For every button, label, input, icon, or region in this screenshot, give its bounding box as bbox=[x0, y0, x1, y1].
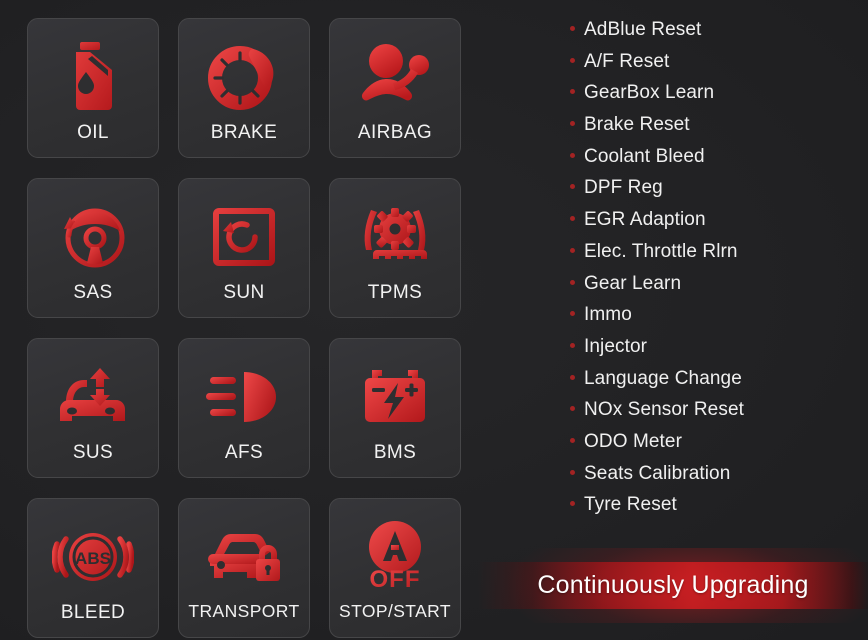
bullet-icon bbox=[570, 121, 575, 127]
oil-can-icon bbox=[28, 35, 158, 119]
list-item: Brake Reset bbox=[570, 115, 860, 147]
svg-text:ABS: ABS bbox=[75, 549, 111, 568]
adaptive-headlight-icon bbox=[179, 355, 309, 439]
list-item: EGR Adaption bbox=[570, 210, 860, 242]
battery-bolt-icon bbox=[330, 355, 460, 439]
bullet-icon bbox=[570, 311, 575, 317]
list-item: ODO Meter bbox=[570, 432, 860, 464]
service-tile-sun[interactable]: SUN bbox=[178, 178, 310, 318]
bullet-icon bbox=[570, 57, 575, 63]
airbag-occupant-icon bbox=[330, 35, 460, 119]
service-tile-bleed[interactable]: ABS BLEED bbox=[27, 498, 159, 638]
service-tile-label: BLEED bbox=[60, 602, 126, 623]
service-function-grid: OIL BRAKE AIRBAG SAS SUN TPMS SUS AFS BM… bbox=[27, 18, 461, 638]
service-tile-brake[interactable]: BRAKE bbox=[178, 18, 310, 158]
bullet-icon bbox=[570, 469, 575, 475]
service-tile-label: AIRBAG bbox=[357, 122, 433, 143]
service-tile-label: TPMS bbox=[367, 282, 423, 303]
service-tile-label: SUS bbox=[72, 442, 114, 463]
list-item: Seats Calibration bbox=[570, 464, 860, 496]
list-item: NOx Sensor Reset bbox=[570, 400, 860, 432]
service-tile-label: STOP/START bbox=[339, 601, 451, 621]
list-item: A/F Reset bbox=[570, 52, 860, 84]
bullet-icon bbox=[570, 247, 575, 253]
service-tile-oil[interactable]: OIL bbox=[27, 18, 159, 158]
service-tile-tpms[interactable]: TPMS bbox=[329, 178, 461, 318]
list-item-label: Coolant Bleed bbox=[584, 145, 705, 167]
list-item: AdBlue Reset bbox=[570, 20, 860, 52]
service-tile-sas[interactable]: SAS bbox=[27, 178, 159, 318]
list-item: Elec. Throttle Rlrn bbox=[570, 242, 860, 274]
auto-stop-start-off-icon: OFF bbox=[330, 515, 460, 599]
bullet-icon bbox=[570, 342, 575, 348]
service-tile-label: BRAKE bbox=[210, 122, 278, 143]
bullet-icon bbox=[570, 437, 575, 443]
service-tile-label: AFS bbox=[224, 442, 264, 463]
list-item-label: Injector bbox=[584, 335, 648, 357]
service-tile-transport[interactable]: TRANSPORT bbox=[178, 498, 310, 638]
service-tile-label: TRANSPORT bbox=[188, 601, 300, 621]
sunroof-reset-icon bbox=[179, 195, 309, 279]
list-item-label: Brake Reset bbox=[584, 114, 690, 136]
list-item: Immo bbox=[570, 305, 860, 337]
list-item: DPF Reg bbox=[570, 178, 860, 210]
service-tile-label: SUN bbox=[223, 282, 265, 303]
list-item-label: Language Change bbox=[584, 367, 742, 389]
list-item-label: Seats Calibration bbox=[584, 462, 731, 484]
banner-label: Continuously Upgrading bbox=[537, 571, 809, 599]
continuously-upgrading-banner: Continuously Upgrading bbox=[472, 548, 868, 623]
list-item: Language Change bbox=[570, 369, 860, 401]
abs-bleed-icon: ABS bbox=[28, 515, 158, 599]
list-item-label: Elec. Throttle Rlrn bbox=[584, 240, 738, 262]
service-tile-label: OIL bbox=[77, 122, 109, 143]
service-tile-label: BMS bbox=[373, 442, 417, 463]
bullet-icon bbox=[570, 406, 575, 412]
list-item-label: A/F Reset bbox=[584, 50, 670, 72]
bullet-icon bbox=[570, 184, 575, 190]
list-item: Gear Learn bbox=[570, 274, 860, 306]
service-tile-sus[interactable]: SUS bbox=[27, 338, 159, 478]
service-tile-bms[interactable]: BMS bbox=[329, 338, 461, 478]
list-item-label: Tyre Reset bbox=[584, 494, 677, 516]
suspension-car-arrow-icon bbox=[28, 355, 158, 439]
list-item-label: NOx Sensor Reset bbox=[584, 399, 744, 421]
list-item-label: EGR Adaption bbox=[584, 209, 706, 231]
list-item: Tyre Reset bbox=[570, 495, 860, 527]
bullet-icon bbox=[570, 374, 575, 380]
service-tile-stop-start[interactable]: OFF STOP/START bbox=[329, 498, 461, 638]
list-item: Coolant Bleed bbox=[570, 147, 860, 179]
list-item-label: DPF Reg bbox=[584, 177, 663, 199]
bullet-icon bbox=[570, 216, 575, 222]
list-item-label: ODO Meter bbox=[584, 430, 683, 452]
service-tile-airbag[interactable]: AIRBAG bbox=[329, 18, 461, 158]
bullet-icon bbox=[570, 26, 575, 31]
list-item-label: GearBox Learn bbox=[584, 82, 715, 104]
supported-functions-list: AdBlue Reset A/F Reset GearBox Learn Bra… bbox=[570, 20, 860, 527]
bullet-icon bbox=[570, 152, 575, 158]
list-item: Injector bbox=[570, 337, 860, 369]
list-item-label: AdBlue Reset bbox=[584, 19, 702, 40]
bullet-icon bbox=[570, 501, 575, 507]
bullet-icon bbox=[570, 279, 575, 285]
list-item-label: Gear Learn bbox=[584, 272, 682, 294]
list-item: GearBox Learn bbox=[570, 83, 860, 115]
tire-pressure-gear-icon bbox=[330, 195, 460, 279]
svg-text:OFF: OFF bbox=[370, 566, 421, 593]
bullet-icon bbox=[570, 89, 575, 95]
service-tile-afs[interactable]: AFS bbox=[178, 338, 310, 478]
service-tile-label: SAS bbox=[73, 282, 113, 303]
brake-disc-icon bbox=[179, 35, 309, 119]
list-item-label: Immo bbox=[584, 304, 632, 326]
steering-angle-sensor-icon bbox=[28, 195, 158, 279]
car-lock-icon bbox=[179, 515, 309, 599]
